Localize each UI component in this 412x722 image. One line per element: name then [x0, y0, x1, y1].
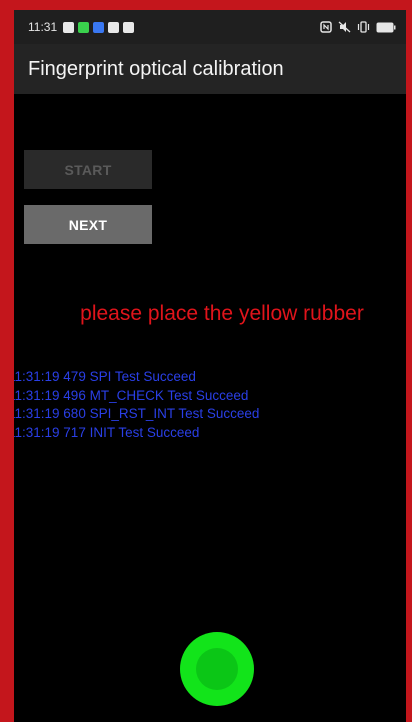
notification-icons — [63, 21, 135, 33]
fingerprint-target-center — [196, 648, 238, 690]
nfc-icon — [320, 21, 332, 33]
phone-screen: 11:31 Fingerprint optical calibration ST… — [14, 10, 406, 722]
log-line: 11:31:19 479 SPI Test Succeed — [14, 369, 196, 384]
status-left: 11:31 — [28, 20, 135, 34]
status-bar: 11:31 — [14, 10, 406, 44]
notification-icon — [123, 21, 135, 33]
page-title: Fingerprint optical calibration — [28, 57, 284, 80]
notification-icon — [63, 21, 75, 33]
notification-icon — [93, 21, 105, 33]
app-bar: Fingerprint optical calibration — [14, 44, 406, 94]
start-button[interactable]: START — [24, 150, 152, 189]
instruction-text: please place the yellow rubber — [80, 302, 364, 325]
log-line: 11:31:19 496 MT_CHECK Test Succeed — [14, 387, 249, 403]
mute-icon — [338, 21, 351, 33]
next-button[interactable]: NEXT — [24, 205, 152, 244]
test-log: 11:31:19 479 SPI Test Succeed 11:31:19 4… — [14, 368, 259, 442]
battery-icon — [376, 22, 396, 32]
vibrate-icon — [357, 21, 370, 33]
screenshot-frame: 11:31 Fingerprint optical calibration ST… — [0, 0, 412, 722]
fingerprint-target[interactable] — [180, 632, 254, 706]
notification-icon — [78, 21, 90, 33]
status-right — [320, 21, 396, 33]
status-time: 11:31 — [28, 20, 58, 34]
log-line: 11:31:19 680 SPI_RST_INT Test Succeed — [14, 406, 260, 421]
notification-icon — [108, 21, 120, 33]
log-line: 11:31:19 717 INIT Test Succeed — [14, 424, 200, 440]
